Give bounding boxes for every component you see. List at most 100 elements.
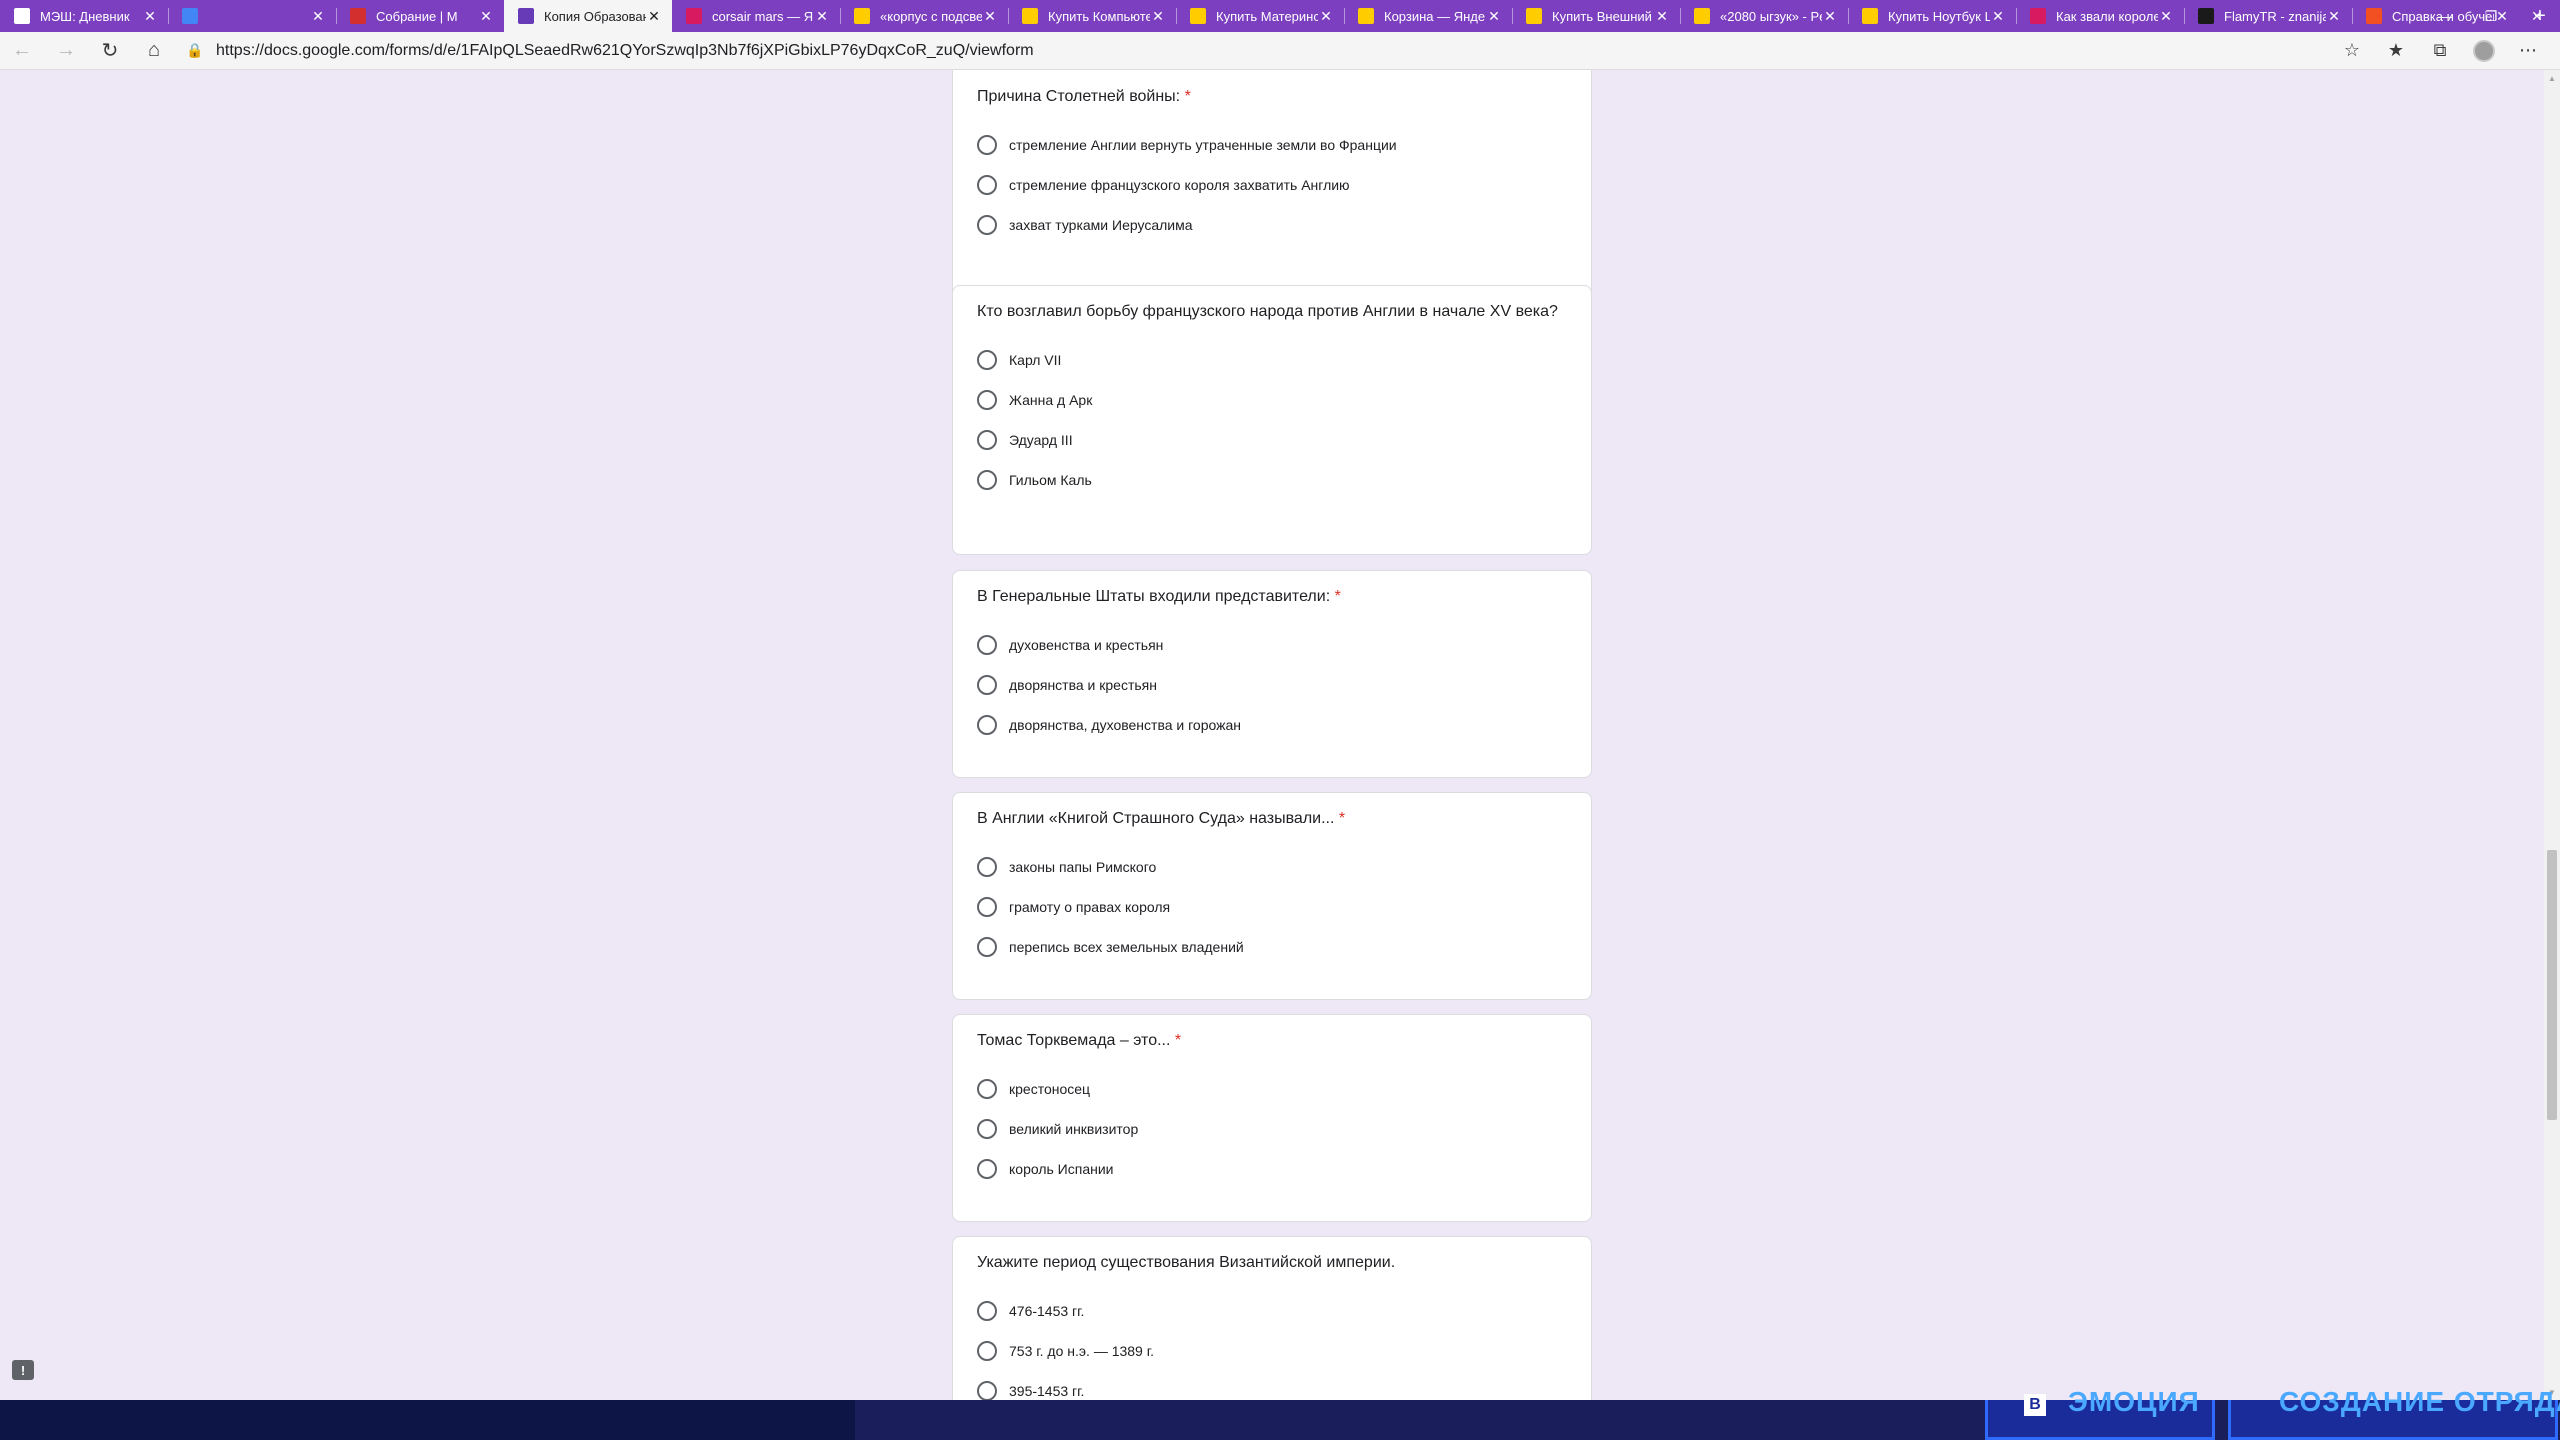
radio-option[interactable]: Жанна д Арк xyxy=(977,380,1567,420)
browser-tab[interactable]: Купить Материнск ✕ xyxy=(1176,0,1344,32)
question-title: В Англии «Книгой Страшного Суда» называл… xyxy=(977,807,1567,831)
close-tab-icon[interactable]: ✕ xyxy=(142,8,158,25)
radio-button[interactable] xyxy=(977,470,997,490)
radio-option[interactable]: захват турками Иерусалима xyxy=(977,205,1567,245)
radio-option[interactable]: дворянства и крестьян xyxy=(977,665,1567,705)
radio-option[interactable]: Карл VII xyxy=(977,340,1567,380)
reload-button[interactable]: ↻ xyxy=(88,32,132,70)
radio-option-label: 753 г. до н.э. — 1389 г. xyxy=(1009,1343,1155,1359)
favorite-star-button[interactable]: ☆ xyxy=(2330,32,2374,70)
home-button[interactable]: ⌂ xyxy=(132,32,176,70)
radio-button[interactable] xyxy=(977,430,997,450)
emotion-panel[interactable]: B ЭМОЦИЯ xyxy=(1985,1386,2215,1440)
radio-option[interactable]: стремление Англии вернуть утраченные зем… xyxy=(977,125,1567,165)
browser-tab[interactable]: Купить Ноутбук Le ✕ xyxy=(1848,0,2016,32)
radio-button[interactable] xyxy=(977,1381,997,1400)
close-tab-icon[interactable]: ✕ xyxy=(1990,8,2006,25)
radio-button[interactable] xyxy=(977,675,997,695)
close-tab-icon[interactable]: ✕ xyxy=(982,8,998,25)
radio-button[interactable] xyxy=(977,350,997,370)
browser-tab[interactable]: «2080 ыгзук» - Pe ✕ xyxy=(1680,0,1848,32)
radio-option[interactable]: законы папы Римского xyxy=(977,847,1567,887)
required-asterisk: * xyxy=(1184,88,1191,105)
radio-option[interactable]: 395-1453 гг. xyxy=(977,1371,1567,1400)
microsoft-icon xyxy=(2366,8,2382,24)
radio-option[interactable]: перепись всех земельных владений xyxy=(977,927,1567,967)
radio-option[interactable]: стремление французского короля захватить… xyxy=(977,165,1567,205)
close-tab-icon[interactable]: ✕ xyxy=(1486,8,1502,25)
radio-button[interactable] xyxy=(977,135,997,155)
close-tab-icon[interactable]: ✕ xyxy=(1318,8,1334,25)
radio-button[interactable] xyxy=(977,1301,997,1321)
radio-button[interactable] xyxy=(977,937,997,957)
form-page: Причина Столетней войны: * стремление Анг… xyxy=(0,70,2560,1400)
close-tab-icon[interactable]: ✕ xyxy=(2158,8,2174,25)
avatar xyxy=(2473,39,2495,62)
radio-button[interactable] xyxy=(977,1341,997,1361)
squad-label: СОЗДАНИЕ ОТРЯДА xyxy=(2279,1386,2560,1417)
feedback-icon[interactable]: ! xyxy=(12,1360,34,1380)
favorites-button[interactable]: ★ xyxy=(2374,32,2418,70)
close-tab-icon[interactable]: ✕ xyxy=(2326,8,2342,25)
radio-option[interactable]: грамоту о правах короля xyxy=(977,887,1567,927)
radio-group: Карл VII Жанна д Арк Эдуард III Гильом Каль xyxy=(977,340,1567,500)
lock-icon: 🔒 xyxy=(186,42,204,58)
google-forms-icon xyxy=(518,8,534,24)
radio-option[interactable]: 753 г. до н.э. — 1389 г. xyxy=(977,1331,1567,1371)
scroll-up-arrow-icon[interactable]: ▲ xyxy=(2544,70,2560,86)
minimize-button[interactable]: — xyxy=(2422,0,2468,32)
radio-button[interactable] xyxy=(977,175,997,195)
radio-option[interactable]: духовенства и крестьян xyxy=(977,625,1567,665)
browser-tab[interactable]: Как звали короле ✕ xyxy=(2016,0,2184,32)
close-tab-icon[interactable]: ✕ xyxy=(1654,8,1670,25)
profile-button[interactable] xyxy=(2462,32,2506,70)
close-tab-icon[interactable]: ✕ xyxy=(814,8,830,25)
scrollbar-thumb[interactable] xyxy=(2547,850,2557,1120)
browser-tab[interactable]: corsair mars — Ян ✕ xyxy=(672,0,840,32)
browser-tab[interactable]: «корпус с подсве ✕ xyxy=(840,0,1008,32)
browser-tab[interactable]: МЭШ: Дневник ✕ xyxy=(0,0,168,32)
browser-tab[interactable]: Копия Образован ✕ xyxy=(504,0,672,32)
radio-option[interactable]: крестоносец xyxy=(977,1069,1567,1109)
browser-tab[interactable]: ✕ xyxy=(168,0,336,32)
radio-option-label: 395-1453 гг. xyxy=(1009,1383,1085,1399)
radio-option[interactable]: дворянства, духовенства и горожан xyxy=(977,705,1567,745)
squad-panel[interactable]: СОЗДАНИЕ ОТРЯДА xyxy=(2228,1386,2560,1440)
collections-icon: ⧉ xyxy=(2433,40,2447,60)
radio-button[interactable] xyxy=(977,215,997,235)
page-scrollbar[interactable]: ▲ ▼ xyxy=(2544,70,2560,1400)
close-tab-icon[interactable]: ✕ xyxy=(646,8,662,25)
browser-tab[interactable]: Корзина — Яндек ✕ xyxy=(1344,0,1512,32)
back-button[interactable]: ← xyxy=(0,32,44,70)
collections-button[interactable]: ⧉ xyxy=(2418,32,2462,70)
browser-tab[interactable]: FlamyTR - znanija. ✕ xyxy=(2184,0,2352,32)
close-tab-icon[interactable]: ✕ xyxy=(1822,8,1838,25)
radio-button[interactable] xyxy=(977,1079,997,1099)
radio-button[interactable] xyxy=(977,1159,997,1179)
radio-button[interactable] xyxy=(977,390,997,410)
browser-tab[interactable]: Купить Компьюте ✕ xyxy=(1008,0,1176,32)
question-title: Причина Столетней войны: * xyxy=(977,85,1567,109)
close-window-button[interactable]: ✕ xyxy=(2514,0,2560,32)
home-icon: ⌂ xyxy=(147,39,161,61)
radio-option[interactable]: 476-1453 гг. xyxy=(977,1291,1567,1331)
restore-button[interactable]: ❐ xyxy=(2468,0,2514,32)
radio-button[interactable] xyxy=(977,1119,997,1139)
browser-tab[interactable]: Купить Внешний ✕ xyxy=(1512,0,1680,32)
close-tab-icon[interactable]: ✕ xyxy=(1150,8,1166,25)
menu-button[interactable]: ⋯ xyxy=(2506,32,2550,70)
radio-button[interactable] xyxy=(977,857,997,877)
radio-option[interactable]: Эдуард III xyxy=(977,420,1567,460)
radio-button[interactable] xyxy=(977,897,997,917)
radio-option[interactable]: Гильом Каль xyxy=(977,460,1567,500)
address-bar[interactable]: 🔒 https://docs.google.com/forms/d/e/1FAI… xyxy=(176,36,2330,66)
close-tab-icon[interactable]: ✕ xyxy=(310,8,326,25)
radio-button[interactable] xyxy=(977,635,997,655)
radio-option[interactable]: великий инквизитор xyxy=(977,1109,1567,1149)
close-tab-icon[interactable]: ✕ xyxy=(478,8,494,25)
forward-button[interactable]: → xyxy=(44,32,88,70)
browser-tab[interactable]: Собрание | М ✕ xyxy=(336,0,504,32)
radio-option-label: король Испании xyxy=(1009,1161,1114,1177)
radio-option[interactable]: король Испании xyxy=(977,1149,1567,1189)
radio-button[interactable] xyxy=(977,715,997,735)
